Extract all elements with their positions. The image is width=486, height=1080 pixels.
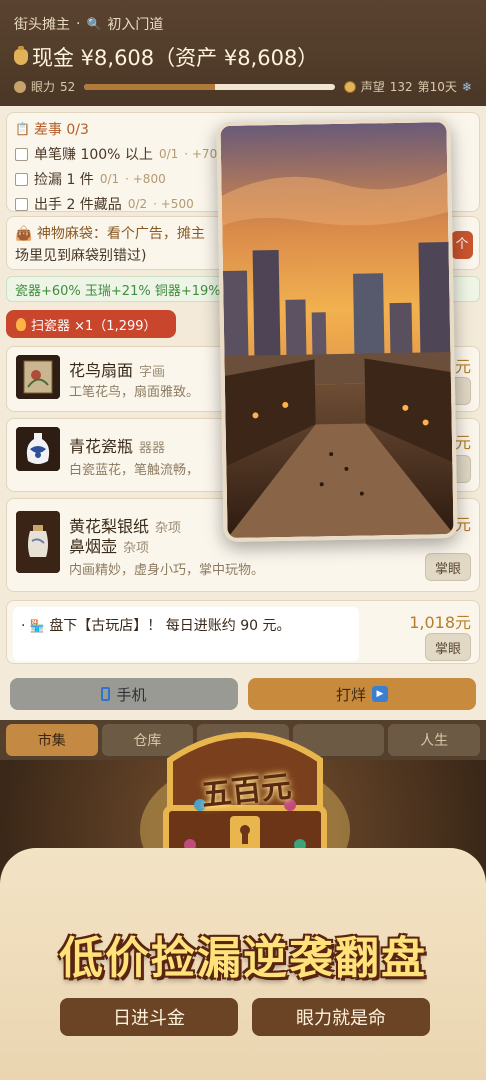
item-name: 花鸟扇面 字画 [69,361,166,380]
item-description: 工笔花鸟，扇面雅致。 [69,385,200,400]
item-description: 内画精妙，虚身小巧，掌中玩物。 [69,563,265,578]
phone-icon [101,687,111,701]
task-label: 出手 2 件藏品 [34,197,122,213]
promo-headline: 低价捡漏逆袭翻盘 [59,933,427,984]
cash-row: 现金 ¥8,608（资产 ¥8,608） [14,42,472,72]
lucky-bag-button[interactable]: 个 [451,231,473,259]
promo-tag-left: 日进斗金 [60,998,238,1036]
item-category: 字画 [139,365,166,380]
task-title-text: 差事 0/3 [33,122,89,138]
task-reward: · +500 [153,197,194,211]
player-title: 街头摊主 [14,17,70,33]
day-counter: 第10天 [417,80,457,94]
shop-icon: 🏪 [29,619,45,633]
phone-button[interactable]: 手机 [10,678,238,710]
clipboard-icon: 📋 [15,122,30,136]
stats-row: 眼力 52 声望 132 第10天 ❄ [14,78,472,95]
appraise-button[interactable]: 掌眼 [425,553,471,581]
task-checkbox[interactable] [15,197,28,211]
close-shop-label: 打烊 [335,685,366,704]
item-category: 杂项 [123,541,150,556]
item-name-line2: 鼻烟壶 杂项 [69,537,150,556]
fire-icon [16,317,26,331]
phone-button-label: 手机 [116,685,147,704]
stamina-bar [84,83,335,90]
task-label: 捡漏 1 件 [34,172,94,188]
money-bag-icon [14,46,28,65]
task-checkbox[interactable] [15,172,28,186]
shop-offer-text-box: · 🏪 盘下【古玩店】！ 每日进账约 90 元。 [13,607,359,661]
reputation-value: 132 [389,79,413,94]
cash-text: 现金 ¥8,608（资产 ¥8,608） [32,46,319,70]
magnifier-icon: 🔍 [86,17,102,31]
stamina-bar-fill [84,83,215,90]
task-progress: 0/1 [99,172,120,186]
shop-offer-text: 盘下【古玩店】！ 每日进账约 90 元。 [49,618,291,634]
item-name: 青花瓷瓶 器器 [69,437,166,456]
reputation-label: 声望 [360,80,385,94]
bullet-dot: · [21,618,26,634]
task-progress: 0/1 [158,147,179,161]
task-checkbox[interactable] [15,147,28,161]
shop-offer-card[interactable]: · 🏪 盘下【古玩店】！ 每日进账约 90 元。 1,018元 掌眼 [6,600,480,664]
promo-tag-right: 眼力就是命 [252,998,430,1036]
play-icon: ▶ [372,686,388,702]
app-screen: 街头摊主 · 🔍 初入门道 现金 ¥8,608（资产 ¥8,608） 眼力 52… [0,0,486,760]
item-price: 元 [454,433,471,452]
item-thumbnail [16,511,60,573]
item-description: 白瓷蓝花，笔触流畅， [69,463,200,478]
item-thumbnail [16,427,60,471]
city-sunset-photo [216,117,458,543]
header-title-row: 街头摊主 · 🔍 初入门道 [14,14,472,34]
close-shop-button[interactable]: 打烊 ▶ [248,678,476,710]
stamina-value: 52 [60,79,76,94]
item-price: 元 [454,357,471,376]
weather-icon: ❄ [461,79,472,94]
scan-porcelain-button[interactable]: 扫瓷器 ×1（1,299） [6,310,176,338]
tab-market[interactable]: 市集 [6,724,98,756]
tab-life[interactable]: 人生 [388,724,480,756]
task-progress: 0/2 [127,197,148,211]
item-category: 器器 [139,441,166,456]
task-label: 单笔赚 100% 以上 [34,147,153,163]
sack-icon: 👜 [15,226,33,242]
stamina-label: 眼力 [31,80,56,94]
shop-appraise-button[interactable]: 掌眼 [425,633,471,661]
reputation-icon [343,80,356,93]
separator-dot: · [76,16,81,32]
eye-power-icon [14,80,26,93]
shop-price: 1,018元 [409,613,471,632]
item-thumbnail [16,355,60,399]
task-reward: · +800 [125,172,166,186]
player-rank: 初入门道 [107,17,164,33]
status-header: 街头摊主 · 🔍 初入门道 现金 ¥8,608（资产 ¥8,608） 眼力 52… [0,0,486,106]
item-category: 杂项 [155,521,182,536]
scan-button-label: 扫瓷器 ×1（1,299） [31,318,157,334]
